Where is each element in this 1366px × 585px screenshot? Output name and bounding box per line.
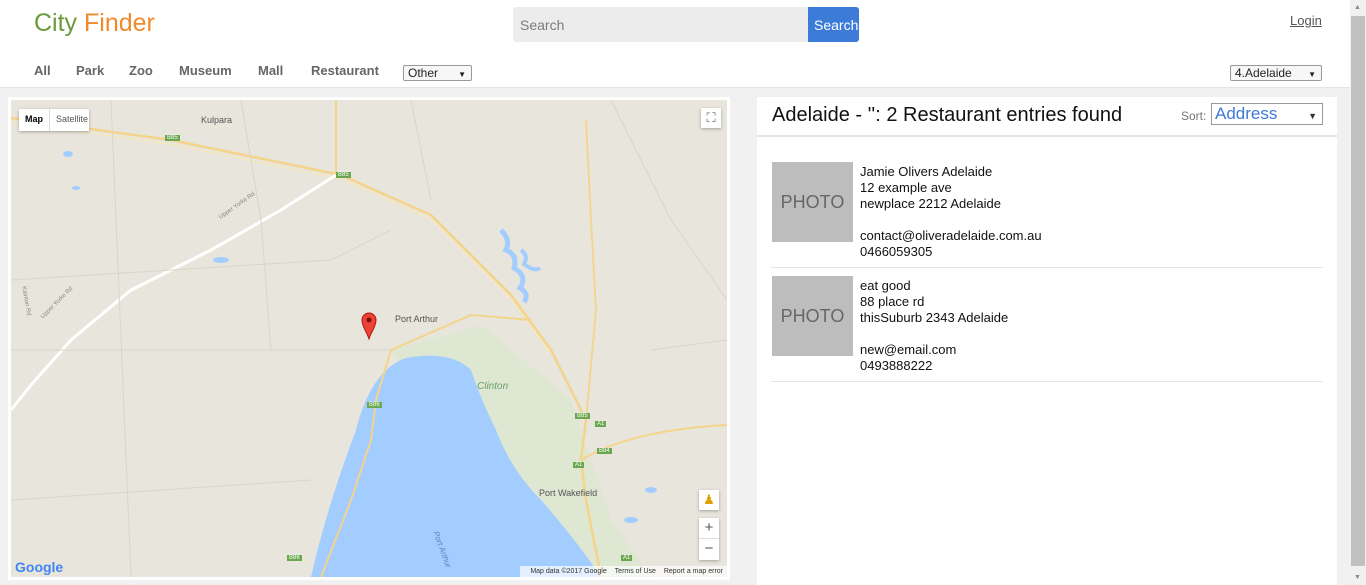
results-panel: Adelaide - '': 2 Restaurant entries foun… — [757, 97, 1337, 585]
entry-email: new@email.com — [860, 342, 957, 357]
road-shield: A1 — [573, 462, 585, 468]
map-marker-icon[interactable] — [361, 310, 377, 340]
road-shield: B85 — [336, 172, 351, 178]
top-bar: City Finder Search Login All Park Zoo Mu… — [0, 0, 1350, 88]
sort-select-value: Address — [1215, 104, 1278, 123]
nav-item-mall[interactable]: Mall — [258, 63, 283, 78]
entry-suburb: newplace 2212 Adelaide — [860, 196, 1001, 211]
road-shield: B84 — [597, 448, 612, 454]
entry-street: 12 example ave — [860, 180, 952, 195]
other-category-select[interactable]: Other ▼ — [403, 65, 472, 81]
nav-item-park[interactable]: Park — [76, 63, 104, 78]
page-scrollbar[interactable]: ▲ ▼ — [1350, 0, 1366, 585]
entry-spacer — [860, 326, 1008, 342]
entry-spacer — [860, 212, 1042, 228]
road-shield: A1 — [621, 555, 633, 561]
scroll-down-icon[interactable]: ▼ — [1354, 574, 1361, 581]
road-shield: B86 — [287, 555, 302, 561]
scrollbar-thumb[interactable] — [1351, 16, 1365, 566]
entry-info: Jamie Olivers Adelaide 12 example ave ne… — [860, 164, 1042, 260]
logo-finder: Finder — [84, 9, 155, 37]
sort-label: Sort: — [1181, 109, 1207, 123]
google-logo: Google — [15, 559, 64, 575]
sort-select[interactable]: Address ▼ — [1211, 103, 1323, 125]
search-button[interactable]: Search — [808, 7, 859, 42]
chevron-down-icon: ▼ — [1308, 70, 1316, 79]
city-select-value: 4.Adelaide — [1235, 66, 1292, 80]
other-category-value: Other — [408, 66, 439, 80]
result-entry[interactable]: PHOTO Jamie Olivers Adelaide 12 example … — [771, 156, 1323, 268]
map-type-control: Map Satellite — [19, 109, 89, 131]
map-view[interactable]: Kulpara Port Arthur Clinton Port Wakefie… — [8, 97, 730, 580]
entry-phone: 0493888222 — [860, 358, 933, 373]
search-input[interactable] — [513, 7, 809, 42]
nav-item-zoo[interactable]: Zoo — [129, 63, 153, 78]
photo-placeholder: PHOTO — [772, 162, 853, 242]
fullscreen-icon[interactable]: ⛶ — [701, 108, 721, 128]
road-shield: B85 — [165, 135, 180, 141]
zoom-control: + − — [699, 518, 719, 560]
road-shield: B86 — [367, 402, 382, 408]
login-link[interactable]: Login — [1290, 13, 1322, 28]
road-shield: B85 — [575, 413, 590, 419]
entry-name: eat good — [860, 278, 911, 293]
entry-email: contact@oliveradelaide.com.au — [860, 228, 1042, 243]
entry-street: 88 place rd — [860, 294, 925, 309]
map-label-port-wakefield: Port Wakefield — [539, 488, 598, 498]
report-map-error-link[interactable]: Report a map error — [664, 568, 723, 575]
entry-suburb: thisSuburb 2343 Adelaide — [860, 310, 1009, 325]
map-type-map-button[interactable]: Map — [19, 109, 50, 131]
entry-info: eat good 88 place rd thisSuburb 2343 Ade… — [860, 278, 1008, 374]
chevron-down-icon: ▼ — [1308, 111, 1317, 121]
terms-of-use-link[interactable]: Terms of Use — [615, 568, 656, 575]
zoom-in-button[interactable]: + — [699, 518, 719, 539]
results-header: Adelaide - '': 2 Restaurant entries foun… — [757, 97, 1337, 137]
chevron-down-icon: ▼ — [458, 70, 466, 79]
result-entry[interactable]: PHOTO eat good 88 place rd thisSuburb 23… — [771, 270, 1323, 382]
map-attribution: Map data ©2017 Google Terms of Use Repor… — [520, 566, 727, 577]
nav-item-restaurant[interactable]: Restaurant — [311, 63, 379, 78]
scroll-up-icon[interactable]: ▲ — [1354, 4, 1361, 11]
road-shield: A1 — [595, 421, 607, 427]
results-title: Adelaide - '': 2 Restaurant entries foun… — [772, 104, 1123, 126]
map-data-credit: Map data ©2017 Google — [530, 568, 607, 575]
pegman-icon[interactable]: ♟ — [699, 490, 719, 510]
nav-item-all[interactable]: All — [34, 63, 51, 78]
photo-placeholder: PHOTO — [772, 276, 853, 356]
nav-item-museum[interactable]: Museum — [179, 63, 232, 78]
map-label-kulpara: Kulpara — [201, 115, 233, 125]
entry-phone: 0466059305 — [860, 244, 933, 259]
city-select[interactable]: 4.Adelaide ▼ — [1230, 65, 1322, 81]
logo-city: City — [34, 9, 78, 37]
entry-name: Jamie Olivers Adelaide — [860, 164, 993, 179]
map-type-satellite-button[interactable]: Satellite — [50, 109, 94, 131]
logo[interactable]: City Finder — [34, 9, 155, 38]
zoom-out-button[interactable]: − — [699, 539, 719, 560]
map-label-port-arthur: Port Arthur — [395, 314, 439, 324]
map-label-clinton: Clinton — [477, 381, 509, 392]
